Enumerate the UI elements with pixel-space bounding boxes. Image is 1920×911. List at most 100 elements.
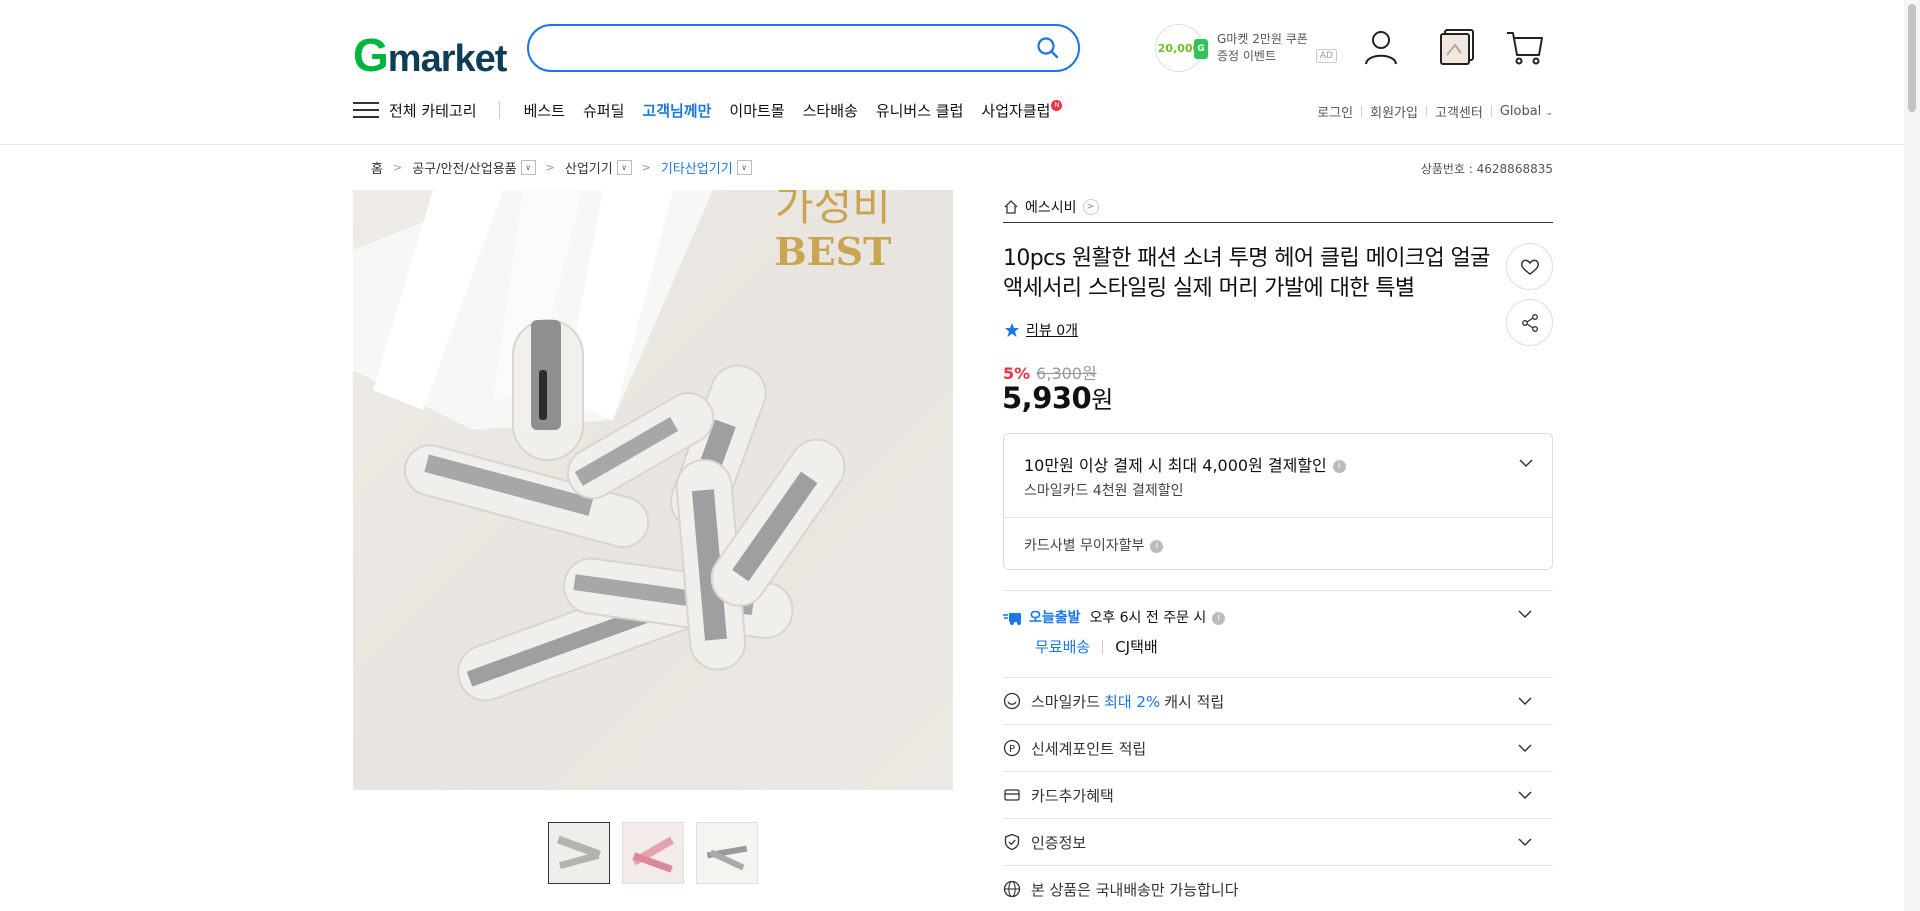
chevron-down-icon[interactable]	[1518, 788, 1532, 802]
store-name: 에스시비	[1025, 200, 1077, 216]
search-icon[interactable]	[1036, 36, 1060, 60]
breadcrumb: 홈 > 공구/안전/산업용품 ∨ > 산업기기 ∨ > 기타산업기기 ∨	[371, 158, 752, 177]
review-link[interactable]: 리뷰 0개	[1004, 320, 1078, 340]
thumbnail-1[interactable]	[548, 822, 610, 884]
chevron-down-icon[interactable]	[1518, 741, 1532, 755]
new-badge: N	[1051, 99, 1063, 111]
price-unit: 원	[1091, 386, 1113, 414]
star-icon	[1005, 323, 1019, 337]
payment-benefit-box[interactable]: 10만원 이상 결제 시 최대 4,000원 결제할인 i 스마일카드 4천원 결…	[1003, 433, 1553, 570]
recent-items-icon[interactable]	[1437, 27, 1477, 67]
today-shipping-label: 오늘출발	[1029, 610, 1081, 626]
breadcrumb-category-1[interactable]: 공구/안전/산업용품	[412, 158, 516, 177]
nav-universe-club[interactable]: 유니버스 클럽	[876, 100, 964, 121]
coupon-line1: G마켓 2만원 쿠폰	[1217, 32, 1308, 46]
coupon-badge: 20,000 G	[1155, 24, 1208, 72]
benefit-line3-text: 카드사별 무이자할부	[1024, 538, 1145, 554]
thumbnail-2[interactable]	[622, 822, 684, 884]
free-shipping-label: 무료배송	[1035, 638, 1091, 656]
overlay-text-2: BEST	[775, 229, 892, 274]
chevron-down-icon[interactable]: ∨	[520, 160, 536, 175]
smilecard-rate: 최대 2%	[1104, 692, 1161, 711]
hamburger-icon	[353, 100, 379, 120]
chevron-right-icon: >	[1082, 199, 1099, 215]
benefit-line3[interactable]: 카드사별 무이자할부 i	[1024, 535, 1164, 555]
chevron-down-icon[interactable]	[1518, 607, 1532, 621]
header-divider	[0, 144, 1920, 145]
nav-star-delivery[interactable]: 스타배송	[803, 100, 858, 121]
gmarket-logo[interactable]: Gmarket	[353, 28, 508, 82]
chevron-down-icon[interactable]: ∨	[736, 160, 752, 175]
shinsegae-point-row[interactable]: P 신세계포인트 적립	[1003, 725, 1553, 771]
delivery-truck-icon	[1003, 613, 1021, 625]
chevron-down-icon[interactable]	[1519, 456, 1533, 470]
login-link[interactable]: 로그인	[1317, 102, 1353, 121]
thumbnail-3[interactable]	[696, 822, 758, 884]
nav-business-club[interactable]: 사업자클럽 N	[981, 99, 1063, 121]
sale-price: 5,930원	[1002, 380, 1113, 415]
section-divider	[1003, 590, 1553, 591]
breadcrumb-category-2[interactable]: 산업기기	[565, 158, 613, 177]
coupon-event-banner[interactable]: 20,000 G G마켓 2만원 쿠폰 증정 이벤트 AD	[1155, 24, 1337, 72]
chevron-down-icon[interactable]	[1518, 835, 1532, 849]
nav-best[interactable]: 베스트	[524, 100, 565, 121]
thumbnail-list	[548, 822, 758, 884]
share-icon	[1521, 313, 1538, 332]
info-icon[interactable]: i	[1150, 539, 1164, 553]
certification-row[interactable]: 인증정보	[1003, 819, 1553, 865]
nav-superdeal[interactable]: 슈퍼딜	[583, 100, 624, 121]
nav-divider	[498, 101, 500, 119]
smilecard-suffix: 캐시 적립	[1164, 692, 1225, 711]
benefit-line2: 스마일카드 4천원 결제할인	[1024, 483, 1184, 499]
overlay-text-1: 가성비	[775, 190, 891, 230]
certification-label: 인증정보	[1031, 833, 1087, 852]
page-scrollbar[interactable]	[1904, 0, 1920, 911]
home-icon	[1004, 200, 1018, 214]
heart-icon	[1520, 259, 1539, 275]
utility-links: 로그인 회원가입 고객센터 Global ⌄	[1317, 102, 1553, 121]
shield-check-icon	[1004, 833, 1020, 851]
search-box[interactable]	[527, 24, 1080, 72]
smilecard-label: 스마일카드	[1031, 692, 1101, 711]
coupon-line2: 증정 이벤트	[1217, 49, 1277, 63]
hair-clips-photo: 가성비 BEST	[353, 190, 892, 702]
signup-link[interactable]: 회원가입	[1370, 102, 1418, 121]
info-icon[interactable]: i	[1332, 460, 1346, 473]
chevron-down-icon[interactable]	[1518, 694, 1532, 708]
global-link[interactable]: Global ⌄	[1500, 104, 1553, 119]
credit-card-icon	[1004, 789, 1020, 801]
point-icon: P	[1003, 739, 1021, 757]
domestic-shipping-row: 본 상품은 국내배송만 가능합니다	[1003, 866, 1553, 911]
price-amount: 5,930	[1002, 381, 1092, 415]
wishlist-button[interactable]	[1506, 243, 1553, 290]
store-link[interactable]: 에스시비 >	[1003, 192, 1553, 223]
nav-business-club-label: 사업자클럽	[981, 101, 1051, 120]
globe-icon	[1003, 880, 1021, 898]
scrollbar-thumb[interactable]	[1908, 4, 1916, 112]
cart-icon[interactable]	[1505, 27, 1545, 67]
info-icon[interactable]: i	[1212, 611, 1226, 625]
chevron-down-icon[interactable]: ∨	[616, 160, 632, 175]
main-nav: 전체 카테고리 베스트 슈퍼딜 고객님께만 이마트몰 스타배송 유니버스 클럽 …	[353, 96, 1553, 124]
user-icon[interactable]	[1361, 27, 1401, 67]
breadcrumb-arrow-icon: >	[545, 161, 555, 174]
breadcrumb-home[interactable]: 홈	[371, 158, 383, 177]
nav-for-you[interactable]: 고객님께만	[642, 100, 711, 121]
all-categories-button[interactable]: 전체 카테고리	[353, 100, 477, 121]
search-input[interactable]	[549, 26, 1019, 70]
shipping-info[interactable]: 오늘출발 오후 6시 전 주문 시 i	[1003, 607, 1226, 627]
smile-icon	[1003, 692, 1021, 710]
svg-text:P: P	[1009, 744, 1015, 755]
global-label: Global	[1499, 104, 1542, 119]
share-button[interactable]	[1506, 299, 1553, 346]
shinsegae-label: 신세계포인트 적립	[1031, 739, 1147, 758]
smilecard-cash-row[interactable]: 스마일카드 최대 2% 캐시 적립	[1003, 678, 1553, 724]
chevron-down-icon: ⌄	[1545, 108, 1553, 118]
card-benefit-row[interactable]: 카드추가혜택	[1003, 772, 1553, 818]
breadcrumb-category-3[interactable]: 기타산업기기	[661, 158, 733, 177]
benefit-line1: 10만원 이상 결제 시 최대 4,000원 결제할인 i	[1024, 452, 1346, 476]
logo-text: market	[387, 38, 508, 80]
product-main-image[interactable]: 가성비 BEST	[353, 190, 953, 790]
nav-emart[interactable]: 이마트몰	[729, 100, 784, 121]
customer-center-link[interactable]: 고객센터	[1435, 102, 1483, 121]
